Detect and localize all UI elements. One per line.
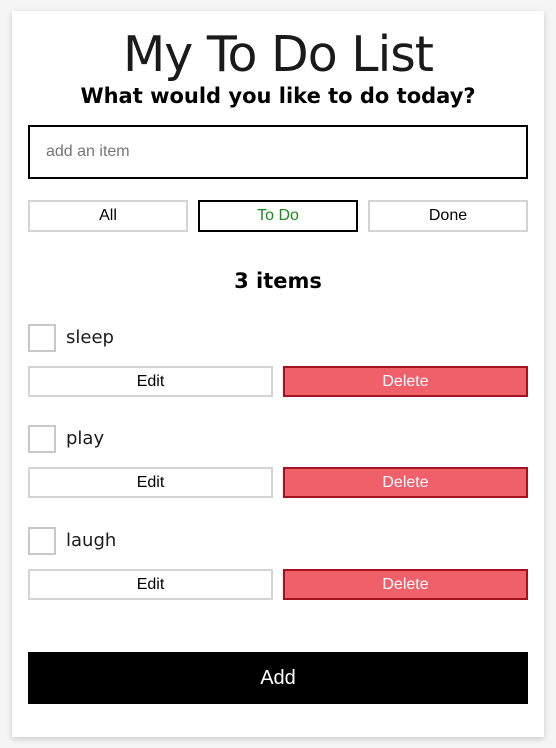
todo-item: play Edit Delete	[28, 425, 528, 500]
edit-button[interactable]: Edit	[28, 467, 273, 498]
filter-all-button[interactable]: All	[28, 200, 188, 232]
filter-group: All To Do Done	[28, 200, 528, 232]
todo-label: sleep	[66, 327, 114, 348]
delete-button[interactable]: Delete	[283, 467, 528, 498]
todo-item: laugh Edit Delete	[28, 527, 528, 602]
filter-todo-button[interactable]: To Do	[198, 200, 358, 232]
delete-button[interactable]: Delete	[283, 366, 528, 397]
todo-item: sleep Edit Delete	[28, 324, 528, 399]
new-item-input[interactable]	[28, 125, 528, 179]
todo-checkbox[interactable]	[28, 324, 56, 352]
todo-card: My To Do List What would you like to do …	[12, 11, 544, 737]
page-subtitle: What would you like to do today?	[80, 84, 476, 108]
item-count: 3 items	[234, 269, 322, 293]
delete-button[interactable]: Delete	[283, 569, 528, 600]
add-button[interactable]: Add	[28, 652, 528, 704]
filter-done-button[interactable]: Done	[368, 200, 528, 232]
todo-checkbox[interactable]	[28, 527, 56, 555]
todo-label: play	[66, 428, 105, 449]
todo-checkbox[interactable]	[28, 425, 56, 453]
edit-button[interactable]: Edit	[28, 366, 273, 397]
edit-button[interactable]: Edit	[28, 569, 273, 600]
page-title: My To Do List	[123, 26, 434, 83]
todo-label: laugh	[66, 530, 117, 551]
